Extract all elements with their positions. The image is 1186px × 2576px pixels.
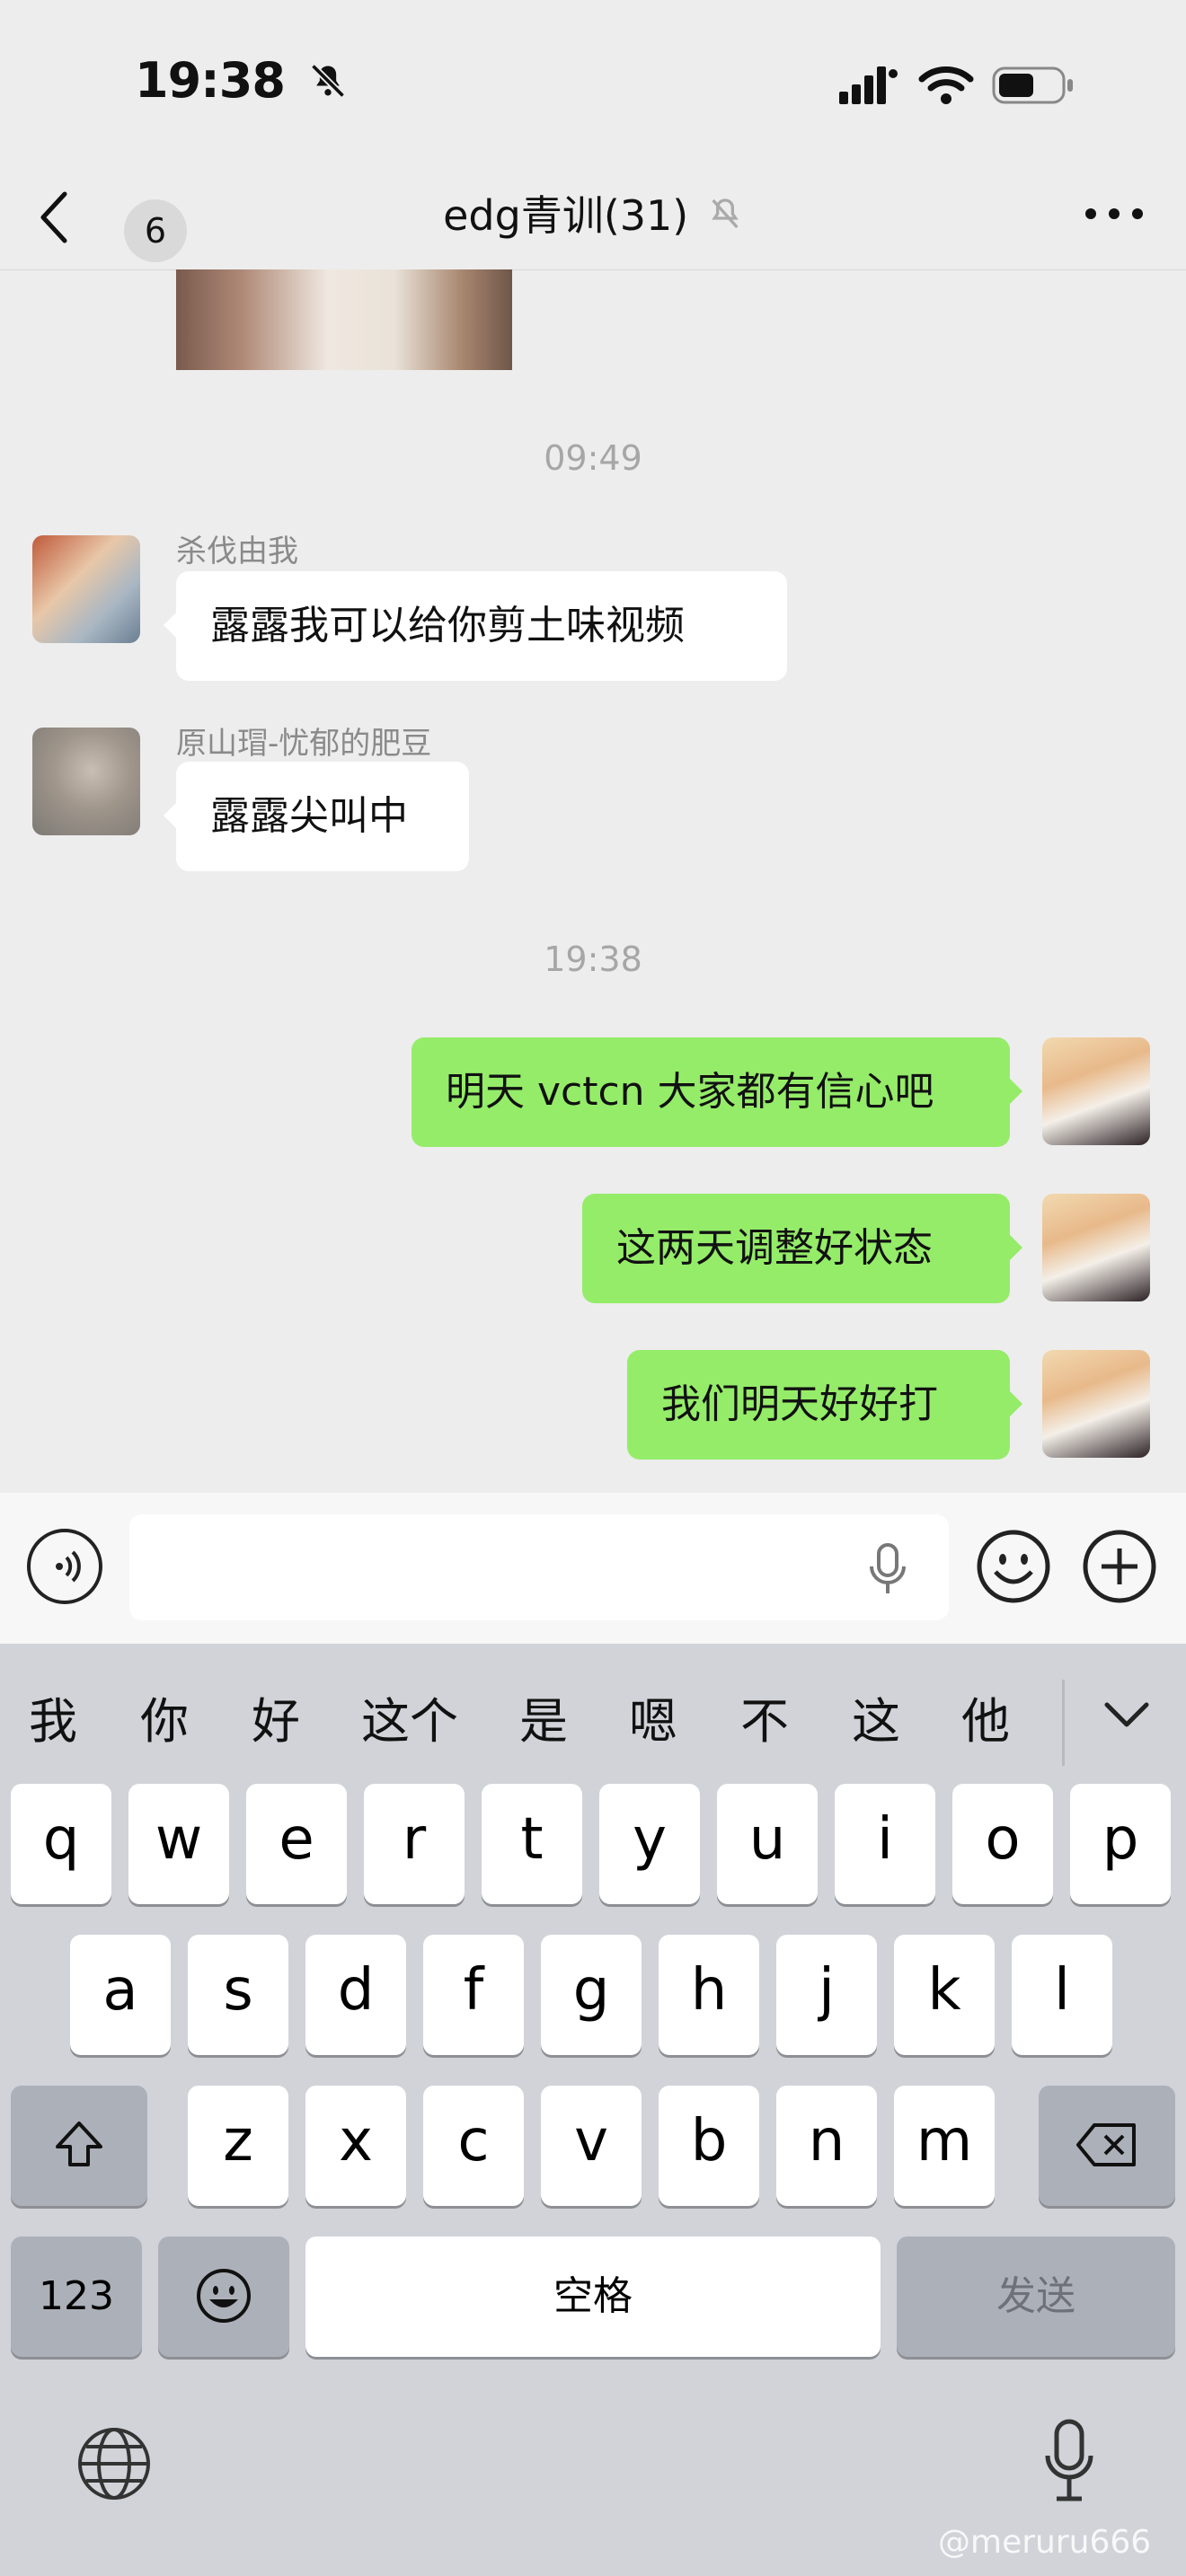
message-input[interactable] <box>129 1514 949 1620</box>
more-icon <box>1078 205 1150 226</box>
key[interactable]: j <box>776 1935 877 2055</box>
emoji-icon <box>976 1530 1051 1608</box>
key[interactable]: v <box>541 2086 642 2206</box>
key[interactable]: d <box>305 1935 406 2055</box>
backspace-key[interactable] <box>1039 2086 1175 2206</box>
bell-off-icon <box>308 56 348 112</box>
timestamp: 09:49 <box>544 438 642 478</box>
status-time: 19:38 <box>135 52 348 112</box>
candidate-word[interactable]: 你 <box>140 1681 189 1752</box>
key[interactable]: i <box>835 1784 935 1904</box>
key[interactable]: k <box>894 1935 995 2055</box>
image-message[interactable] <box>176 269 512 370</box>
candidate-word[interactable]: 我 <box>29 1681 77 1752</box>
key[interactable]: y <box>599 1784 700 1904</box>
sender-name: 原山瑁-忧郁的肥豆 <box>176 726 432 762</box>
key[interactable]: r <box>364 1784 465 1904</box>
key[interactable]: o <box>952 1784 1053 1904</box>
avatar[interactable] <box>1042 1037 1150 1145</box>
voice-button[interactable] <box>27 1529 102 1604</box>
key[interactable]: q <box>11 1784 111 1904</box>
input-bar <box>0 1493 1186 1644</box>
backspace-icon <box>1075 2118 1139 2184</box>
message-bubble[interactable]: 这两天调整好状态 <box>582 1194 1022 1303</box>
shift-icon <box>50 2122 108 2188</box>
message-bubble[interactable]: 我们明天好好打 <box>627 1350 1022 1460</box>
sender-name: 杀伐由我 <box>176 534 298 569</box>
chat-title: edg青训(31) <box>0 183 1186 243</box>
shift-key[interactable] <box>11 2086 147 2206</box>
key[interactable]: c <box>423 2086 524 2206</box>
plus-icon <box>1082 1530 1157 1608</box>
avatar[interactable] <box>1042 1194 1150 1301</box>
emoji-button[interactable] <box>976 1529 1051 1604</box>
more-button[interactable] <box>1078 187 1150 244</box>
key[interactable]: l <box>1012 1935 1112 2055</box>
key[interactable]: x <box>305 2086 406 2206</box>
message-list[interactable]: 09:49 杀伐由我 露露我可以给你剪土味视频 原山瑁-忧郁的肥豆 露露尖叫中 … <box>0 269 1186 1493</box>
avatar[interactable] <box>32 535 140 643</box>
key[interactable]: m <box>894 2086 995 2206</box>
message-bubble[interactable]: 明天 vctcn 大家都有信心吧 <box>412 1037 1022 1147</box>
globe-icon[interactable] <box>75 2425 153 2506</box>
chevron-down-icon[interactable] <box>1100 1698 1154 1742</box>
message-bubble[interactable]: 露露我可以给你剪土味视频 <box>164 571 787 681</box>
candidate-word[interactable]: 不 <box>740 1681 789 1752</box>
key[interactable]: b <box>659 2086 759 2206</box>
chat-header: 6 edg青训(31) <box>0 162 1186 270</box>
mute-icon <box>707 194 743 243</box>
candidate-word[interactable]: 是 <box>519 1681 568 1752</box>
key[interactable]: f <box>423 1935 524 2055</box>
candidate-divider <box>1062 1680 1065 1766</box>
candidate-word[interactable]: 他 <box>961 1681 1010 1752</box>
key[interactable]: p <box>1070 1784 1171 1904</box>
candidate-word[interactable]: 嗯 <box>629 1681 677 1752</box>
keyboard: 我 你 好 这个 是 嗯 不 这 他 q w e r t y u i o p a… <box>0 1644 1186 2576</box>
key[interactable]: z <box>188 2086 288 2206</box>
emoji-key[interactable] <box>158 2236 289 2357</box>
timestamp: 19:38 <box>544 940 642 979</box>
plus-button[interactable] <box>1082 1529 1157 1604</box>
watermark: @meruru666 <box>938 2524 1152 2561</box>
numbers-key[interactable]: 123 <box>11 2236 142 2357</box>
send-key[interactable]: 发送 <box>897 2236 1175 2357</box>
space-key[interactable]: 空格 <box>305 2236 881 2357</box>
key[interactable]: u <box>717 1784 818 1904</box>
wifi-icon <box>918 63 974 110</box>
key[interactable]: a <box>70 1935 171 2055</box>
candidate-bar: 我 你 好 这个 是 嗯 不 这 他 <box>0 1644 1186 1787</box>
candidate-word[interactable]: 这个 <box>361 1681 458 1752</box>
message-bubble[interactable]: 露露尖叫中 <box>164 762 469 871</box>
avatar[interactable] <box>1042 1350 1150 1458</box>
key[interactable]: g <box>541 1935 642 2055</box>
key[interactable]: n <box>776 2086 877 2206</box>
avatar[interactable] <box>32 728 140 835</box>
candidate-word[interactable]: 这 <box>852 1681 900 1752</box>
microphone-icon[interactable] <box>864 1541 911 1602</box>
key[interactable]: t <box>482 1784 582 1904</box>
key[interactable]: w <box>128 1784 229 1904</box>
voice-icon <box>43 1545 86 1592</box>
key[interactable]: e <box>246 1784 347 1904</box>
signal-icon <box>839 65 902 110</box>
battery-icon <box>992 65 1075 110</box>
candidate-word[interactable]: 好 <box>252 1681 300 1752</box>
dictation-icon[interactable] <box>1042 2418 1096 2508</box>
key[interactable]: h <box>659 1935 759 2055</box>
status-time-text: 19:38 <box>135 52 286 109</box>
chat-title-text: edg青训(31) <box>443 191 689 240</box>
emoji-icon <box>195 2269 252 2339</box>
key[interactable]: s <box>188 1935 288 2055</box>
